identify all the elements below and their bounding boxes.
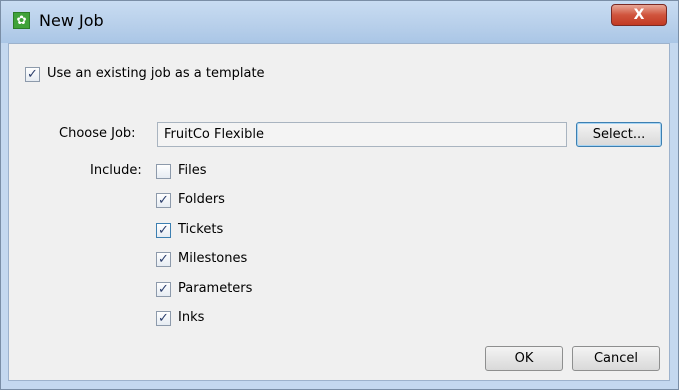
close-button[interactable]: X xyxy=(611,4,667,26)
checkmark-icon: ✓ xyxy=(158,311,169,326)
dialog-title: New Job xyxy=(39,11,104,30)
ok-button[interactable]: OK xyxy=(485,346,563,371)
include-files-checkbox[interactable] xyxy=(156,164,171,179)
checkmark-icon: ✓ xyxy=(158,223,169,238)
include-parameters-label: Parameters xyxy=(178,281,253,296)
title-bar[interactable]: ✿ New Job X xyxy=(1,1,678,43)
choose-job-label: Choose Job: xyxy=(59,126,136,141)
include-milestones-checkbox[interactable]: ✓ xyxy=(156,252,171,267)
choose-job-field[interactable]: FruitCo Flexible xyxy=(157,122,567,147)
include-tickets-checkbox[interactable]: ✓ xyxy=(156,223,171,238)
include-inks-label: Inks xyxy=(178,310,205,325)
include-label: Include: xyxy=(90,163,142,178)
include-milestones-label: Milestones xyxy=(178,251,248,266)
select-button[interactable]: Select... xyxy=(576,122,662,147)
checkmark-icon: ✓ xyxy=(158,193,169,208)
use-template-checkbox[interactable]: ✓ xyxy=(25,67,40,82)
checkmark-icon: ✓ xyxy=(158,282,169,297)
dialog-body: ✓ Use an existing job as a template Choo… xyxy=(8,43,670,381)
checkmark-icon: ✓ xyxy=(158,252,169,267)
new-job-dialog: ✿ New Job X ✓ Use an existing job as a t… xyxy=(0,0,679,390)
include-files-label: Files xyxy=(178,163,207,178)
include-tickets-label: Tickets xyxy=(178,222,224,237)
include-parameters-checkbox[interactable]: ✓ xyxy=(156,282,171,297)
include-folders-checkbox[interactable]: ✓ xyxy=(156,193,171,208)
include-folders-label: Folders xyxy=(178,192,225,207)
use-template-label: Use an existing job as a template xyxy=(47,66,265,81)
cancel-button[interactable]: Cancel xyxy=(572,346,660,371)
include-inks-checkbox[interactable]: ✓ xyxy=(156,311,171,326)
checkmark-icon: ✓ xyxy=(27,67,38,82)
app-gear-icon: ✿ xyxy=(13,12,30,29)
